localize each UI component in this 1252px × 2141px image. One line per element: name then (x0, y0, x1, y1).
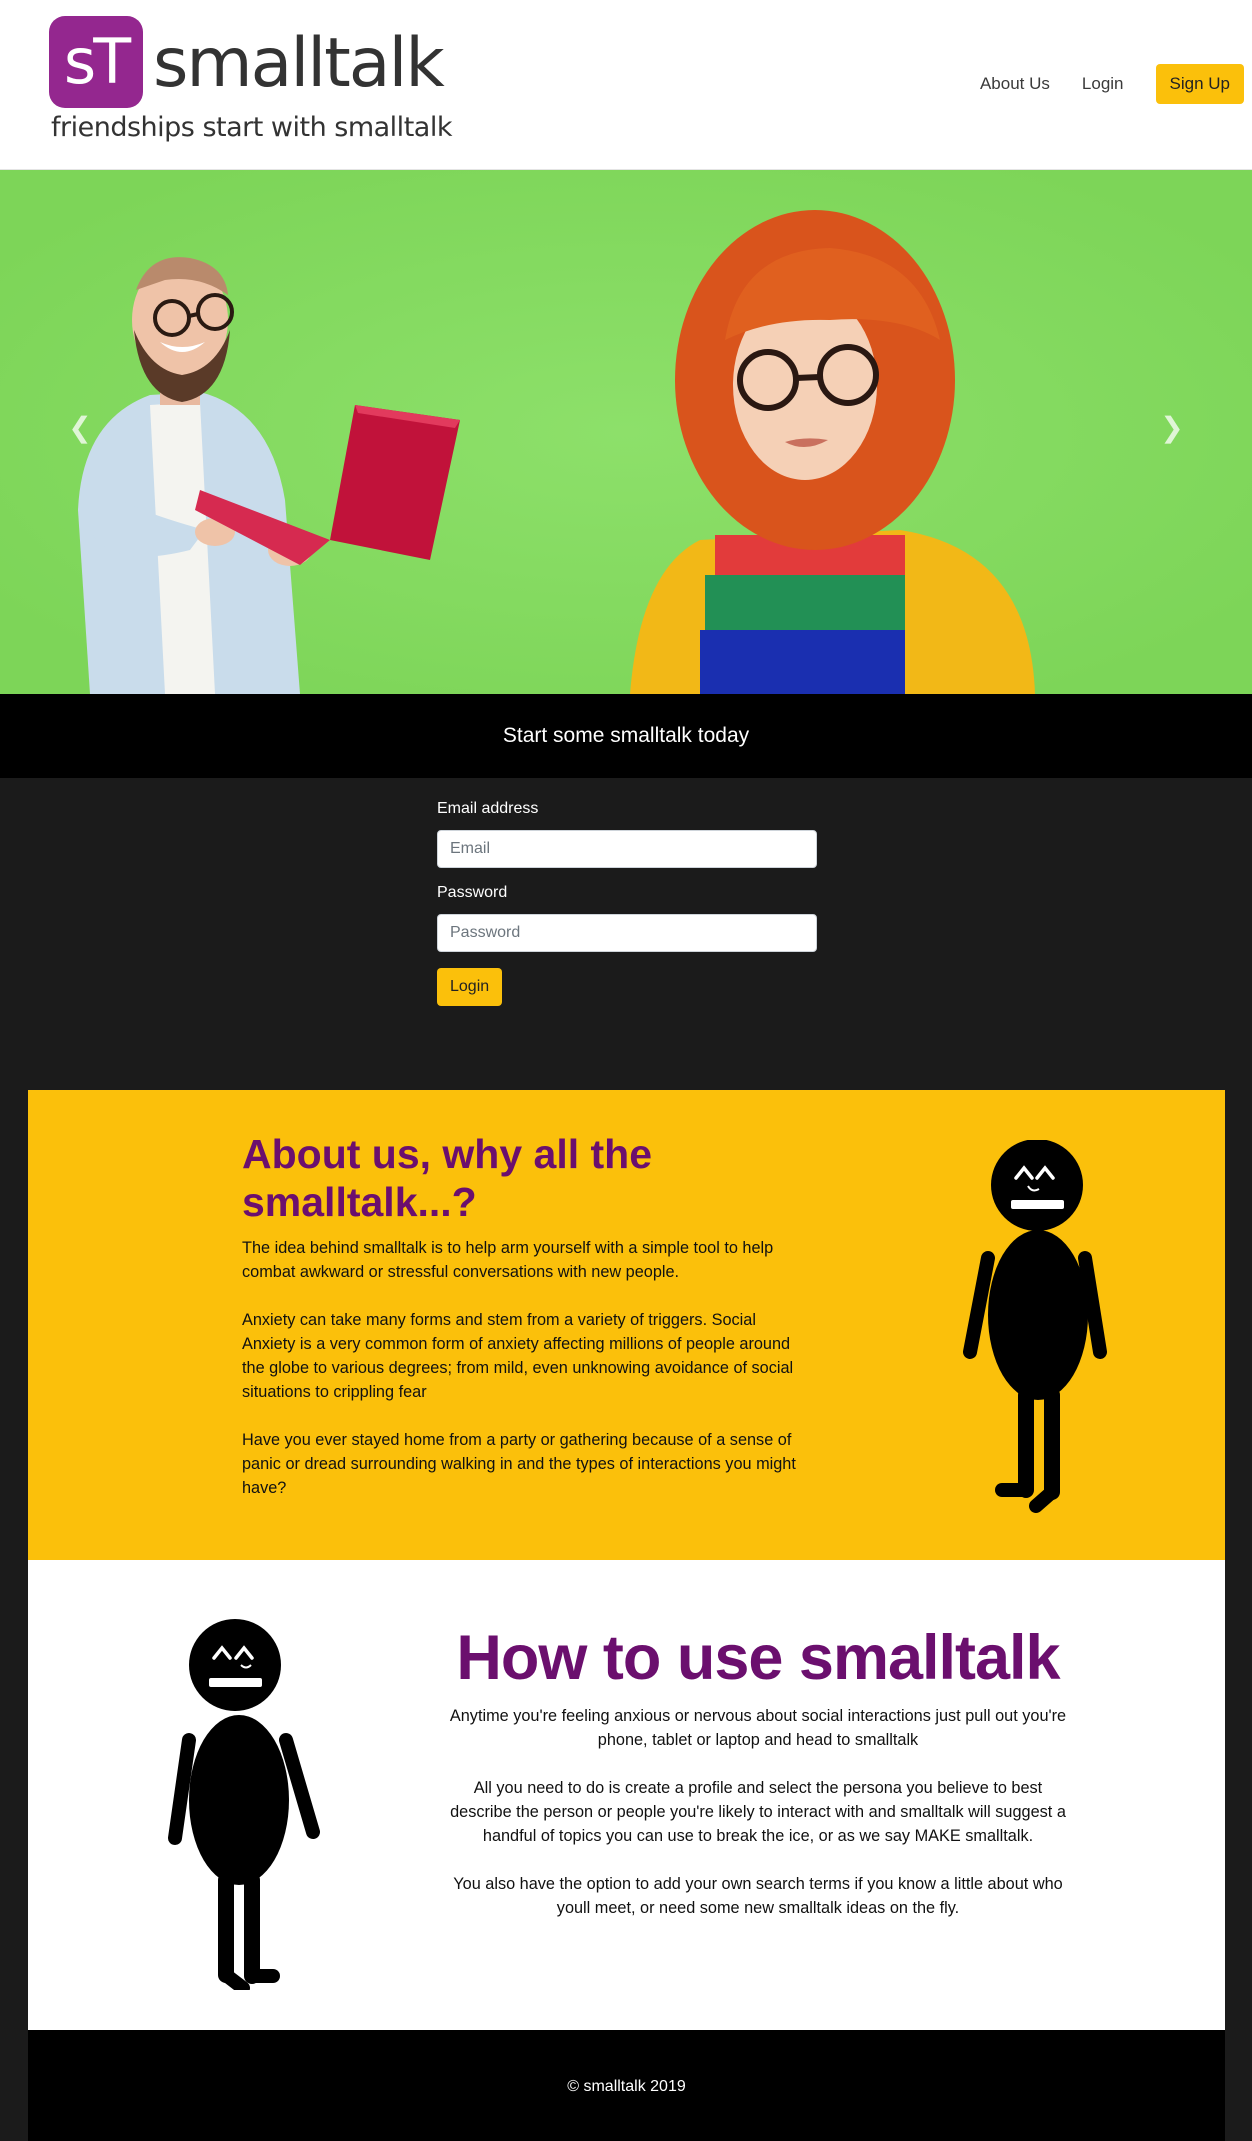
logo-tagline: friendships start with smalltalk (51, 112, 452, 143)
login-form: Email address Password Login (437, 800, 817, 1006)
howto-paragraph: Anytime you're feeling anxious or nervou… (449, 1707, 1067, 1749)
carousel-next-icon[interactable]: ❯ (1157, 408, 1187, 448)
carousel-prev-icon[interactable]: ❮ (65, 408, 95, 448)
site-header: sT smalltalk friendships start with smal… (0, 0, 1252, 170)
site-logo[interactable]: sT smalltalk friendships start with smal… (49, 16, 452, 146)
hero-image (0, 170, 1252, 694)
footer-copyright: © smalltalk 2019 (567, 2078, 686, 2095)
about-paragraph: The idea behind smalltalk is to help arm… (242, 1239, 774, 1281)
nav-about-link[interactable]: About Us (980, 74, 1050, 94)
email-label: Email address (437, 800, 539, 817)
howto-section: How to use smalltalk Anytime you're feel… (28, 1560, 1225, 2030)
password-input[interactable] (437, 914, 817, 952)
stick-figure-icon (168, 1619, 320, 1990)
email-input[interactable] (437, 830, 817, 868)
cta-banner-text: Start some smalltalk today (502, 724, 750, 747)
site-footer: © smalltalk 2019 (28, 2030, 1225, 2141)
nav-login-link[interactable]: Login (1082, 74, 1124, 94)
howto-paragraph: All you need to do is create a profile a… (450, 1779, 1066, 1845)
howto-body: Anytime you're feeling anxious or nervou… (448, 1704, 1068, 1944)
logo-wordmark: smalltalk (153, 24, 445, 103)
hero-carousel: ❮ ❯ (0, 170, 1252, 694)
about-paragraph: Have you ever stayed home from a party o… (242, 1431, 796, 1497)
howto-title: How to use smalltalk (456, 1623, 1060, 1693)
about-paragraph: Anxiety can take many forms and stem fro… (242, 1311, 794, 1401)
logo-badge: sT (49, 16, 143, 108)
password-label: Password (437, 884, 508, 901)
stick-figure-icon (963, 1140, 1107, 1513)
about-section: About us, why all the smalltalk...? The … (28, 1090, 1225, 1560)
cta-banner: Start some smalltalk today (0, 694, 1252, 778)
about-body: The idea behind smalltalk is to help arm… (242, 1236, 812, 1524)
main-nav: About Us Login Sign Up (980, 64, 1244, 104)
logo-badge-text: sT (63, 25, 131, 98)
login-submit-button[interactable]: Login (437, 968, 503, 1006)
nav-signup-button[interactable]: Sign Up (1155, 64, 1244, 104)
about-title: About us, why all the smalltalk...? (242, 1131, 653, 1225)
howto-paragraph: You also have the option to add your own… (453, 1875, 1063, 1917)
